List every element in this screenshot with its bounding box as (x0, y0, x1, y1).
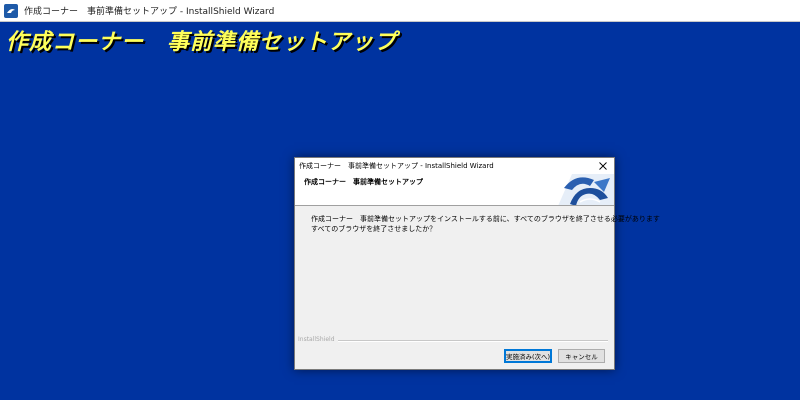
next-button[interactable]: 実施済み(次へ) (504, 349, 552, 363)
installshield-logo-icon (558, 174, 614, 205)
dialog-header-title: 作成コーナー 事前準備セットアップ (304, 178, 423, 186)
window-title: 作成コーナー 事前準備セットアップ - InstallShield Wizard (24, 7, 275, 17)
window-titlebar: 作成コーナー 事前準備セットアップ - InstallShield Wizard (0, 0, 800, 22)
app-icon (4, 3, 18, 18)
dialog-title: 作成コーナー 事前準備セットアップ - InstallShield Wizard (299, 162, 494, 170)
banner-title: 作成コーナー 事前準備セットアップ (6, 29, 398, 55)
message-line-2: すべてのブラウザを終了させましたか？ (311, 225, 437, 233)
installshield-dialog: 作成コーナー 事前準備セットアップ - InstallShield Wizard… (294, 157, 660, 370)
close-button[interactable] (594, 158, 612, 174)
brand-label: InstallShield (298, 336, 338, 343)
message-line-1: 作成コーナー 事前準備セットアップをインストールする前に、すべてのブラウザを終了… (311, 215, 660, 223)
dialog-titlebar: 作成コーナー 事前準備セットアップ - InstallShield Wizard (295, 158, 614, 174)
close-icon (599, 162, 607, 170)
brand-separator: InstallShield (298, 336, 608, 346)
dialog-message: 作成コーナー 事前準備セットアップをインストールする前に、すべてのブラウザを終了… (311, 214, 660, 234)
cancel-button[interactable]: キャンセル (558, 349, 605, 363)
separator-line (332, 340, 608, 342)
dialog-header: 作成コーナー 事前準備セットアップ (295, 174, 614, 206)
